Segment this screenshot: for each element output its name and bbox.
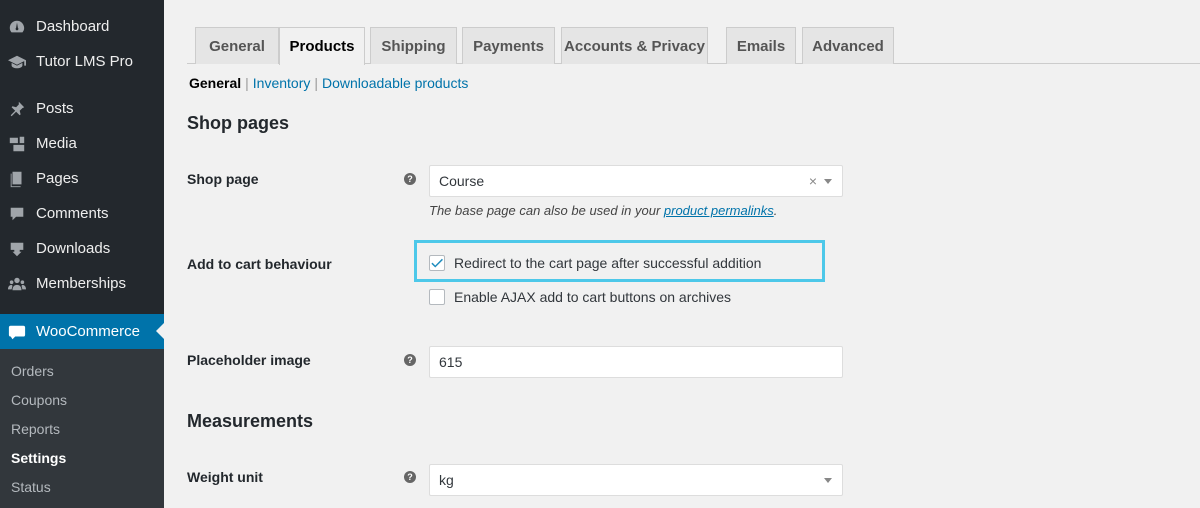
woocommerce-submenu: Orders Coupons Reports Settings Status bbox=[0, 349, 164, 508]
groups-icon bbox=[7, 274, 27, 294]
shop-page-select[interactable]: Course × bbox=[429, 165, 843, 197]
dashboard-icon bbox=[7, 17, 27, 37]
graduation-cap-icon bbox=[7, 52, 27, 72]
product-permalinks-link[interactable]: product permalinks bbox=[664, 203, 774, 218]
chevron-down-icon bbox=[824, 179, 832, 184]
help-tip-icon[interactable]: ? bbox=[404, 354, 416, 366]
description-text: The base page can also be used in your bbox=[429, 203, 664, 218]
sidebar-item-label: Dashboard bbox=[36, 18, 110, 35]
sidebar-item-dashboard[interactable]: Dashboard bbox=[0, 9, 164, 44]
tab-advanced[interactable]: Advanced bbox=[802, 27, 894, 64]
subnav-separator: | bbox=[314, 75, 319, 91]
redirect-to-cart-option[interactable]: Redirect to the cart page after successf… bbox=[429, 255, 761, 271]
tab-products[interactable]: Products bbox=[279, 27, 365, 65]
sidebar-item-label: WooCommerce bbox=[36, 323, 140, 340]
tab-general[interactable]: General bbox=[195, 27, 279, 64]
weight-unit-label: Weight unit bbox=[187, 469, 263, 485]
submenu-item-reports[interactable]: Reports bbox=[11, 421, 60, 437]
tab-shipping[interactable]: Shipping bbox=[370, 27, 457, 64]
sidebar-item-label: Memberships bbox=[36, 275, 127, 292]
tab-payments[interactable]: Payments bbox=[462, 27, 555, 64]
section-subnav: General | Inventory | Downloadable products bbox=[189, 75, 468, 91]
subnav-separator: | bbox=[245, 75, 249, 91]
sidebar-item-memberships[interactable]: Memberships bbox=[0, 266, 164, 301]
chevron-down-icon bbox=[824, 478, 832, 483]
submenu-item-coupons[interactable]: Coupons bbox=[11, 392, 67, 408]
woocommerce-icon bbox=[7, 322, 27, 342]
ajax-add-to-cart-checkbox[interactable] bbox=[429, 289, 445, 305]
redirect-to-cart-checkbox[interactable] bbox=[429, 255, 445, 271]
subnav-general[interactable]: General bbox=[189, 75, 241, 91]
shop-page-label: Shop page bbox=[187, 171, 259, 187]
download-icon bbox=[7, 239, 27, 259]
settings-tabs: General Products Shipping Payments Accou… bbox=[187, 27, 1200, 65]
placeholder-image-value: 615 bbox=[439, 354, 463, 370]
sidebar-item-posts[interactable]: Posts bbox=[0, 91, 164, 126]
placeholder-image-input[interactable]: 615 bbox=[429, 346, 843, 378]
placeholder-image-label: Placeholder image bbox=[187, 352, 311, 368]
weight-unit-select[interactable]: kg bbox=[429, 464, 843, 496]
sidebar-item-pages[interactable]: Pages bbox=[0, 161, 164, 196]
sidebar-item-label: Posts bbox=[36, 100, 74, 117]
pages-icon bbox=[7, 169, 27, 189]
submenu-item-orders[interactable]: Orders bbox=[11, 363, 54, 379]
shop-page-value: Course bbox=[439, 173, 485, 189]
sidebar-item-label: Tutor LMS Pro bbox=[36, 53, 133, 70]
sidebar-item-label: Pages bbox=[36, 170, 79, 187]
sidebar-item-woocommerce[interactable]: WooCommerce bbox=[0, 314, 164, 349]
admin-sidebar: Dashboard Tutor LMS Pro Posts Media Page… bbox=[0, 0, 164, 508]
tab-emails[interactable]: Emails bbox=[726, 27, 796, 64]
add-to-cart-label: Add to cart behaviour bbox=[187, 256, 332, 272]
tab-accounts-privacy[interactable]: Accounts & Privacy bbox=[561, 27, 708, 64]
weight-unit-value: kg bbox=[439, 472, 454, 488]
ajax-add-to-cart-text: Enable AJAX add to cart buttons on archi… bbox=[454, 289, 732, 305]
sidebar-item-tutor-lms-pro[interactable]: Tutor LMS Pro bbox=[0, 44, 164, 79]
ajax-add-to-cart-option[interactable]: Enable AJAX add to cart buttons on archi… bbox=[429, 289, 731, 305]
sidebar-item-label: Downloads bbox=[36, 240, 111, 257]
submenu-item-status[interactable]: Status bbox=[11, 479, 51, 495]
sidebar-item-media[interactable]: Media bbox=[0, 126, 164, 161]
active-menu-arrow bbox=[156, 323, 164, 339]
section-heading-measurements: Measurements bbox=[187, 411, 314, 431]
redirect-to-cart-text: Redirect to the cart page after successf… bbox=[454, 255, 762, 271]
sidebar-item-comments[interactable]: Comments bbox=[0, 196, 164, 231]
help-tip-icon[interactable]: ? bbox=[404, 471, 416, 483]
subnav-downloadable-products[interactable]: Downloadable products bbox=[322, 75, 468, 91]
submenu-item-settings[interactable]: Settings bbox=[11, 450, 66, 466]
pushpin-icon bbox=[7, 99, 27, 119]
checkmark-icon bbox=[431, 258, 443, 268]
sidebar-item-label: Media bbox=[36, 135, 77, 152]
sidebar-item-downloads[interactable]: Downloads bbox=[0, 231, 164, 266]
comment-icon bbox=[7, 204, 27, 224]
subnav-inventory[interactable]: Inventory bbox=[253, 75, 311, 91]
media-icon bbox=[7, 134, 27, 154]
section-heading-shop-pages: Shop pages bbox=[187, 113, 290, 133]
shop-page-description: The base page can also be used in your p… bbox=[429, 203, 777, 218]
sidebar-item-label: Comments bbox=[36, 205, 109, 222]
clear-selection-icon[interactable]: × bbox=[809, 173, 817, 189]
help-tip-icon[interactable]: ? bbox=[404, 173, 416, 185]
description-text: . bbox=[773, 203, 778, 218]
